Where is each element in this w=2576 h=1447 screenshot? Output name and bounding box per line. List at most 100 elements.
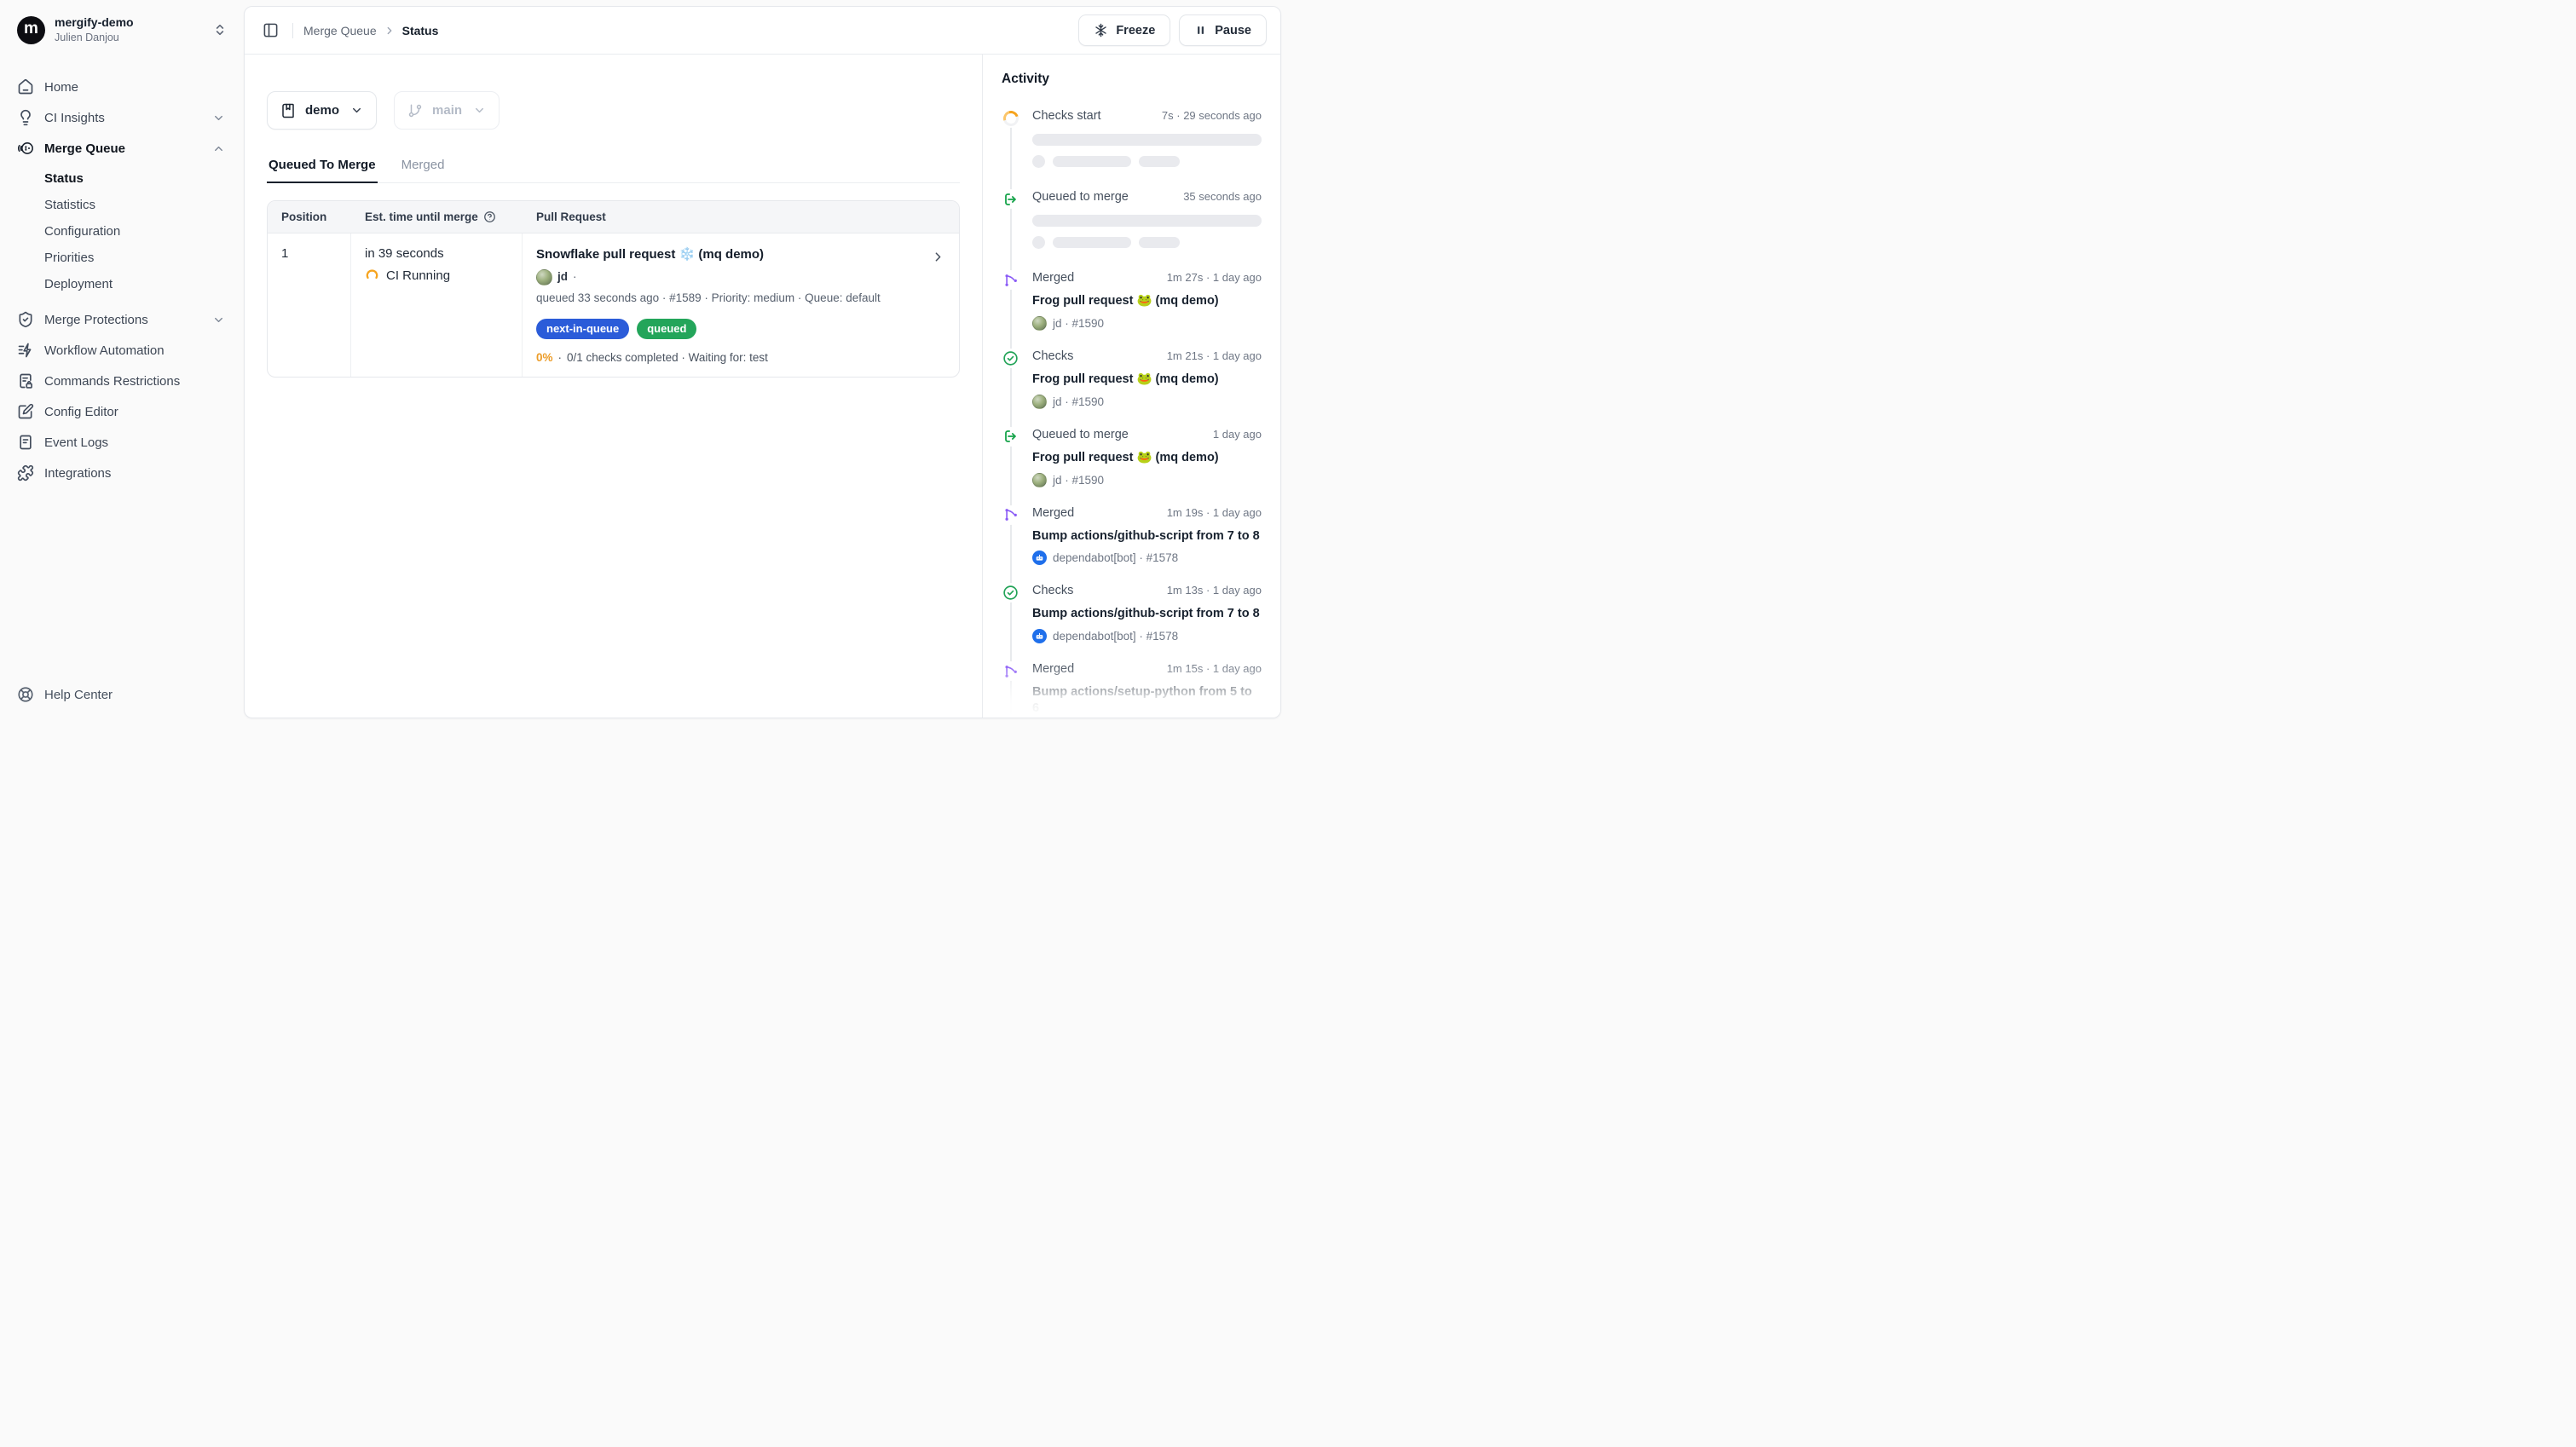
sidebar-item-label: Merge Protections — [44, 313, 148, 327]
sidebar: m mergify-demo Julien Danjou Home CI Ins… — [0, 0, 242, 724]
freeze-label: Freeze — [1116, 24, 1155, 37]
author-avatar — [536, 269, 552, 285]
activity-time: 1m 21s · 1 day ago — [1167, 349, 1262, 362]
activity-pr-title[interactable]: Bump actions/github-script from 7 to 8 — [1032, 528, 1262, 545]
git-branch-icon — [407, 103, 423, 118]
activity-time: 1m 19s · 1 day ago — [1167, 506, 1262, 519]
repository-value: demo — [305, 103, 339, 118]
sidebar-subitem-deployment[interactable]: Deployment — [14, 271, 230, 297]
help-center-link[interactable]: Help Center — [14, 681, 230, 708]
sidebar-item-merge-protections[interactable]: Merge Protections — [14, 304, 230, 335]
activity-panel: Activity Checks start7s · 29 seconds ago… — [982, 55, 1280, 718]
checks-percent: 0% — [536, 351, 553, 364]
merge-queue-icon — [17, 140, 34, 157]
chevron-down-icon — [473, 104, 486, 117]
label-queued: queued — [637, 319, 696, 339]
activity-pr-title[interactable]: Bump actions/github-script from 7 to 8 — [1032, 606, 1262, 622]
skeleton-row — [1032, 236, 1262, 249]
check-circle-icon — [1001, 583, 1020, 602]
sidebar-subitem-statistics[interactable]: Statistics — [14, 192, 230, 218]
sidebar-subitem-configuration[interactable]: Configuration — [14, 218, 230, 245]
sidebar-item-label: Integrations — [44, 466, 111, 481]
activity-item: Checks start7s · 29 seconds ago — [1002, 109, 1262, 168]
activity-author: jd · #1590 — [1032, 316, 1262, 331]
skeleton-bar — [1032, 215, 1262, 227]
meta-separator: · — [573, 268, 577, 285]
shield-check-icon — [17, 311, 34, 328]
branch-select: main — [394, 91, 500, 130]
tab-merged[interactable]: Merged — [400, 150, 447, 183]
pr-meta: jd · queued 33 seconds ago · #1589 · Pri… — [536, 268, 921, 308]
snowflake-icon — [1094, 23, 1108, 37]
chevron-right-icon — [384, 25, 396, 37]
freeze-button[interactable]: Freeze — [1078, 14, 1170, 46]
pause-button[interactable]: Pause — [1179, 14, 1267, 46]
chevrons-up-down-icon — [213, 23, 227, 37]
org-switcher[interactable]: m mergify-demo Julien Danjou — [14, 12, 230, 48]
activity-pr-title[interactable]: Frog pull request 🐸 (mq demo) — [1032, 450, 1262, 466]
activity-author-text: dependabot[bot] · #1578 — [1053, 551, 1178, 564]
sidebar-item-label: Config Editor — [44, 405, 118, 419]
activity-title: Activity — [1002, 72, 1262, 87]
column-eta: Est. time until merge — [351, 201, 523, 233]
row-eta: in 39 seconds — [365, 246, 508, 261]
repository-select[interactable]: demo — [267, 91, 377, 130]
activity-label: Merged — [1032, 506, 1074, 520]
breadcrumb-section[interactable]: Merge Queue — [303, 24, 377, 37]
activity-time: 1m 13s · 1 day ago — [1167, 584, 1262, 597]
sidebar-item-workflow-automation[interactable]: Workflow Automation — [14, 335, 230, 366]
activity-time: 1 day ago — [1213, 428, 1262, 441]
activity-pr-title[interactable]: Frog pull request 🐸 (mq demo) — [1032, 293, 1262, 309]
sidebar-item-commands-restrictions[interactable]: Commands Restrictions — [14, 366, 230, 396]
ci-status: CI Running — [365, 268, 508, 283]
queued-to-merge-icon — [1001, 427, 1020, 447]
help-icon[interactable] — [483, 210, 496, 223]
queue-table: Position Est. time until merge Pull Requ… — [267, 200, 960, 378]
activity-time: 7s · 29 seconds ago — [1162, 109, 1262, 122]
app: m mergify-demo Julien Danjou Home CI Ins… — [0, 0, 1288, 724]
queue-row[interactable]: 1 in 39 seconds CI Running Snowflake pul… — [268, 233, 959, 377]
mergify-logo: m — [17, 16, 45, 44]
queue-tabs: Queued To Merge Merged — [267, 150, 960, 183]
activity-pr-title[interactable]: Bump actions/setup-python from 5 to 6 — [1032, 684, 1262, 717]
sidebar-item-home[interactable]: Home — [14, 72, 230, 102]
logo-letter: m — [24, 20, 38, 38]
sidebar-subitem-status[interactable]: Status — [14, 165, 230, 192]
sidebar-item-label: Event Logs — [44, 435, 108, 450]
pause-icon — [1194, 24, 1207, 37]
sidebar-item-merge-queue[interactable]: Merge Queue — [14, 133, 230, 164]
row-chevron-right-icon[interactable] — [931, 250, 945, 264]
sidebar-item-config-editor[interactable]: Config Editor — [14, 396, 230, 427]
skeleton-row — [1032, 155, 1262, 168]
org-user: Julien Danjou — [55, 32, 134, 45]
main-card: Merge Queue Status Freeze Pause — [244, 6, 1281, 718]
sidebar-item-label: Merge Queue — [44, 141, 125, 156]
file-text-icon — [17, 434, 34, 451]
tab-queued-to-merge[interactable]: Queued To Merge — [267, 150, 378, 183]
sidebar-item-event-logs[interactable]: Event Logs — [14, 427, 230, 458]
activity-author: jd · #1590 — [1032, 395, 1262, 409]
sidebar-item-label: Commands Restrictions — [44, 374, 180, 389]
author-avatar — [1032, 473, 1047, 487]
sidebar-item-label: Workflow Automation — [44, 343, 165, 358]
activity-pr-title[interactable]: Frog pull request 🐸 (mq demo) — [1032, 372, 1262, 388]
column-position: Position — [268, 201, 351, 233]
activity-label: Checks — [1032, 349, 1073, 363]
queue-table-header: Position Est. time until merge Pull Requ… — [268, 201, 959, 233]
ci-running-spinner-icon — [365, 268, 379, 283]
sidebar-subitem-priorities[interactable]: Priorities — [14, 245, 230, 271]
activity-author-text: jd · #1590 — [1053, 395, 1104, 408]
sidebar-item-integrations[interactable]: Integrations — [14, 458, 230, 488]
activity-author-text: jd · #1590 — [1053, 474, 1104, 487]
header-divider — [292, 23, 293, 38]
ci-status-label: CI Running — [386, 268, 450, 283]
sidebar-item-ci-insights[interactable]: CI Insights — [14, 102, 230, 133]
card-body: demo main Queued To Merge Merged Po — [245, 55, 1280, 718]
sidebar-toggle-button[interactable] — [257, 17, 284, 44]
activity-label: Checks — [1032, 584, 1073, 597]
lightbulb-icon — [17, 109, 34, 126]
breadcrumb-page: Status — [402, 24, 439, 37]
pr-author[interactable]: jd — [557, 268, 568, 285]
activity-time: 1m 15s · 1 day ago — [1167, 662, 1262, 675]
pr-title[interactable]: Snowflake pull request ❄️ (mq demo) — [536, 246, 921, 262]
